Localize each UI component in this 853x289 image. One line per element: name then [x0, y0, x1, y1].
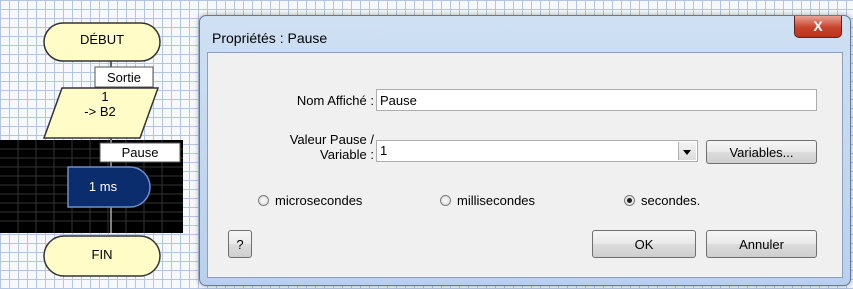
- start-label: DÉBUT: [79, 32, 125, 47]
- close-button[interactable]: X: [794, 16, 842, 38]
- dialog-title: Propriétés : Pause: [212, 30, 328, 46]
- pause-properties-dialog: Propriétés : Pause X Nom Affiché : Valeu…: [199, 15, 851, 286]
- radio-selected-icon[interactable]: [624, 195, 635, 206]
- pause-tag-label: Pause: [121, 145, 159, 160]
- unit-option-microseconds[interactable]: microsecondes: [258, 193, 362, 208]
- output-tag-label: Sortie: [107, 70, 141, 85]
- dialog-body: Nom Affiché : Valeur Pause / Variable : …: [207, 52, 843, 278]
- cancel-button[interactable]: Annuler: [706, 230, 817, 258]
- output-target-label: -> B2: [84, 104, 116, 119]
- unit-label-microseconds: microsecondes: [275, 193, 363, 208]
- help-button[interactable]: ?: [228, 230, 252, 258]
- pause-value-label-line2: Variable :: [320, 147, 374, 162]
- radio-icon[interactable]: [258, 195, 269, 206]
- unit-label-milliseconds: millisecondes: [457, 193, 536, 208]
- end-label: FIN: [91, 247, 113, 262]
- unit-option-seconds[interactable]: secondes.: [624, 193, 700, 208]
- dialog-titlebar[interactable]: Propriétés : Pause X: [208, 16, 842, 48]
- output-value-label: 1: [101, 89, 109, 104]
- unit-label-seconds: secondes.: [641, 193, 701, 208]
- display-name-input[interactable]: [376, 89, 817, 111]
- ok-button[interactable]: OK: [592, 230, 696, 258]
- unit-option-milliseconds[interactable]: millisecondes: [440, 193, 535, 208]
- flowchart-canvas[interactable]: DÉBUT Sortie 1 -> B2 Pause 1 ms FIN: [0, 0, 200, 289]
- radio-icon[interactable]: [440, 195, 451, 206]
- pause-value-text: 1: [380, 143, 388, 158]
- pause-value-label-line1: Valeur Pause /: [289, 132, 374, 147]
- display-name-label: Nom Affiché :: [296, 93, 374, 108]
- variables-button[interactable]: Variables...: [706, 140, 817, 164]
- close-icon: X: [813, 18, 823, 34]
- chevron-down-icon[interactable]: [678, 142, 696, 160]
- pause-value-combobox[interactable]: 1: [376, 140, 698, 162]
- pause-value-label: 1 ms: [88, 179, 118, 194]
